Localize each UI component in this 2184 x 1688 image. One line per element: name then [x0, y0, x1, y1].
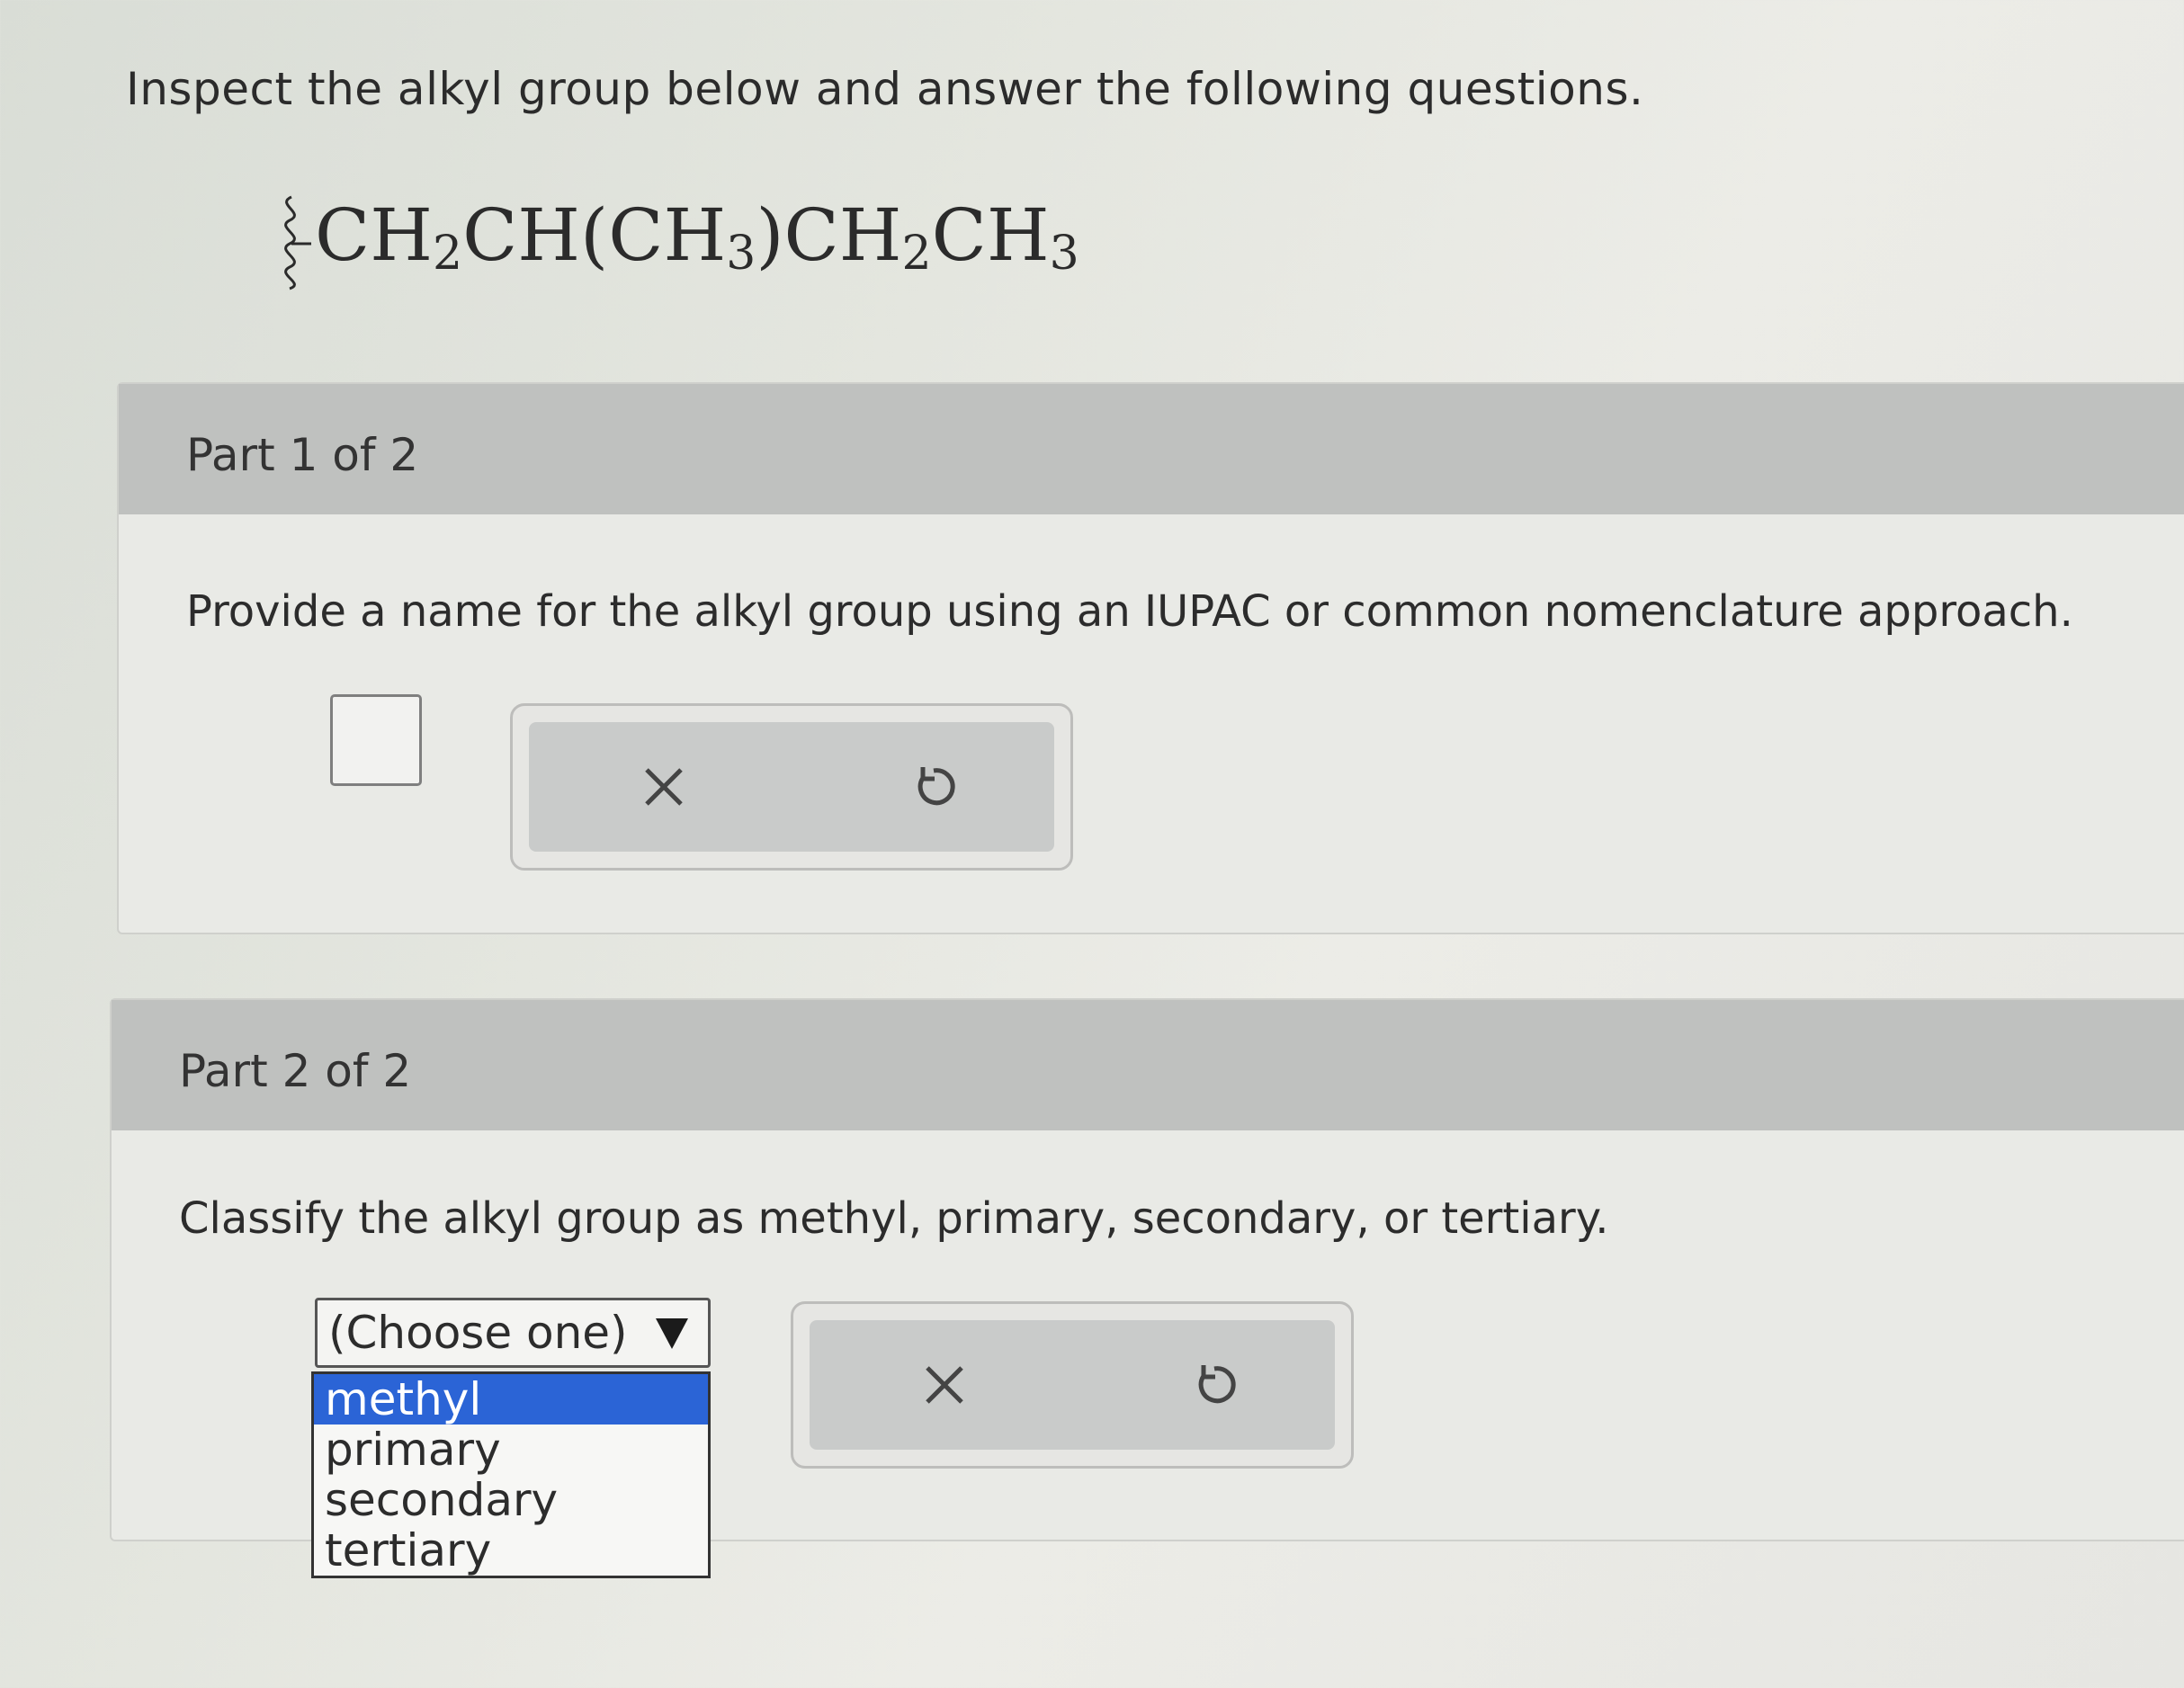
- option-methyl[interactable]: methyl: [314, 1374, 708, 1425]
- dropdown-arrow-icon: [656, 1318, 688, 1349]
- part-1-action-bar: [510, 703, 1073, 871]
- formula-subscript: 3: [726, 227, 756, 281]
- part-1-label: Part 1 of 2: [186, 429, 419, 481]
- wavy-bond-icon: [284, 195, 311, 290]
- part-1-header: Part 1 of 2: [119, 384, 2184, 514]
- question-intro: Inspect the alkyl group below and answer…: [126, 63, 1644, 115]
- option-tertiary[interactable]: tertiary: [314, 1525, 708, 1576]
- undo-icon: [1198, 1365, 1236, 1404]
- close-icon: [645, 768, 683, 806]
- classification-options-list: methyl primary secondary tertiary: [311, 1371, 711, 1578]
- part-1-panel: Part 1 of 2 Provide a name for the alkyl…: [117, 382, 2184, 934]
- part-2-header: Part 2 of 2: [112, 1000, 2184, 1130]
- name-answer-box[interactable]: [330, 694, 422, 786]
- formula-subscript: 2: [432, 227, 463, 281]
- formula-subscript: 3: [1049, 227, 1079, 281]
- part-2-action-inner: [810, 1320, 1335, 1450]
- clear-button[interactable]: [909, 1349, 980, 1421]
- undo-icon: [917, 767, 955, 806]
- clear-button[interactable]: [628, 751, 700, 823]
- formula-part: CH: [315, 193, 433, 277]
- part-2-label: Part 2 of 2: [179, 1045, 412, 1097]
- formula-part: )CH: [756, 193, 902, 277]
- formula-part: CH: [931, 193, 1050, 277]
- chemical-formula: CH 2 CH(CH 3)CH 2 CH 3: [270, 193, 1079, 292]
- part-1-action-inner: [529, 722, 1054, 852]
- part-2-action-bar: [791, 1301, 1354, 1469]
- option-secondary[interactable]: secondary: [314, 1475, 708, 1525]
- formula-part: CH(CH: [462, 193, 727, 277]
- undo-button[interactable]: [898, 751, 970, 823]
- select-value: (Choose one): [328, 1307, 628, 1359]
- option-primary[interactable]: primary: [314, 1425, 708, 1475]
- formula-subscript: 2: [901, 227, 932, 281]
- classification-select[interactable]: (Choose one): [315, 1298, 711, 1368]
- part-1-question: Provide a name for the alkyl group using…: [186, 586, 2073, 637]
- undo-button[interactable]: [1178, 1349, 1250, 1421]
- close-icon: [926, 1366, 963, 1404]
- part-2-question: Classify the alkyl group as methyl, prim…: [179, 1193, 1609, 1244]
